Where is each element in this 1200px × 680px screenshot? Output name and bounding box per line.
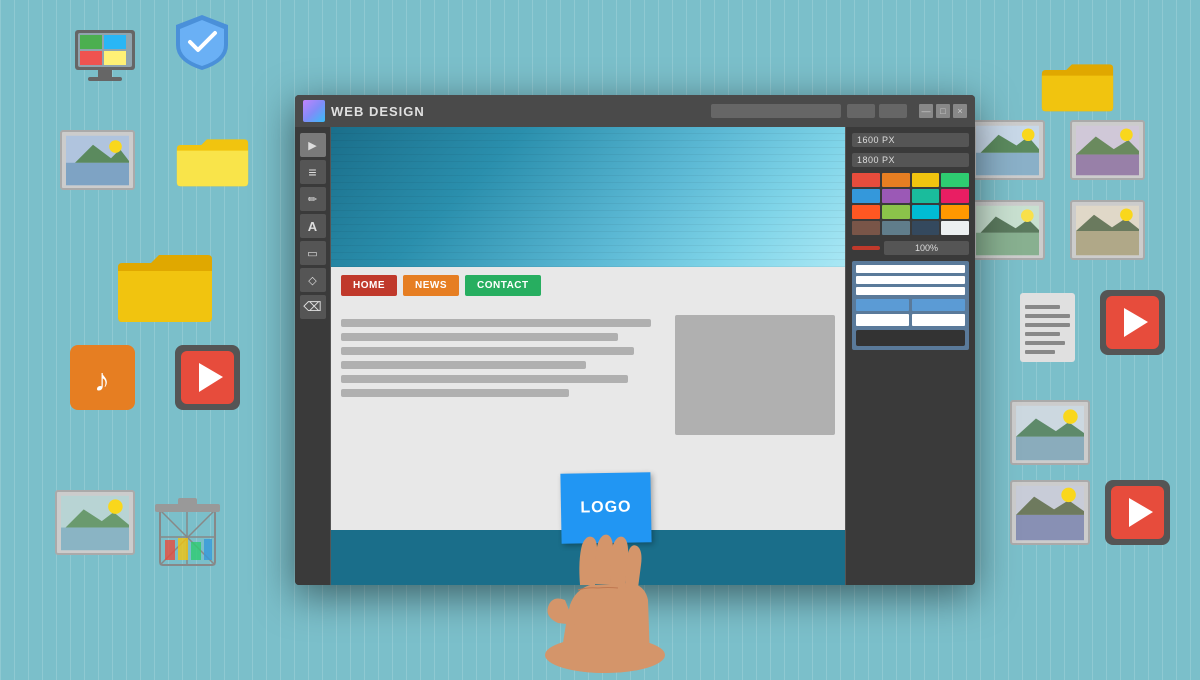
nav-home-button[interactable]: HOME <box>341 275 397 296</box>
play-icon-right <box>1100 290 1165 355</box>
dimension-row-2: 1800 PX <box>852 153 969 167</box>
zoom-value: 100% <box>884 241 969 255</box>
maximize-button[interactable]: □ <box>936 104 950 118</box>
tool-rect[interactable]: ▭ <box>300 241 326 265</box>
image-icon-top-right-1 <box>970 120 1045 180</box>
svg-text:♪: ♪ <box>94 362 110 398</box>
text-line-6 <box>341 389 569 397</box>
shield-svg <box>170 10 235 75</box>
tab-2 <box>879 104 907 118</box>
document-icon-right <box>1015 290 1080 365</box>
window-title: WEB DESIGN <box>331 104 705 119</box>
title-bar: WEB DESIGN — □ × <box>295 95 975 127</box>
tool-diamond[interactable]: ◇ <box>300 268 326 292</box>
panel-cell-white <box>856 314 909 326</box>
color-swatch-item[interactable] <box>941 221 969 235</box>
tool-text[interactable]: A <box>300 214 326 238</box>
color-swatch-item[interactable] <box>912 221 940 235</box>
canvas-image-placeholder <box>675 315 835 435</box>
minimize-button[interactable]: — <box>919 104 933 118</box>
panel-cell-white-2 <box>912 314 965 326</box>
color-swatch-item[interactable] <box>882 205 910 219</box>
color-swatch-item[interactable] <box>882 189 910 203</box>
monitor-icon <box>70 22 140 92</box>
play-icon-bottom-right <box>1105 480 1170 545</box>
text-line-4 <box>341 361 586 369</box>
dimension-1600: 1600 PX <box>852 133 969 147</box>
tab-1 <box>847 104 875 118</box>
color-swatch-item[interactable] <box>852 189 880 203</box>
tool-move[interactable]: ≡ <box>300 160 326 184</box>
panel-lines <box>856 265 965 295</box>
shield-icon <box>170 10 235 75</box>
image-icon-bottom-right-2 <box>1010 480 1090 545</box>
tool-erase[interactable]: ⌫ <box>300 295 326 319</box>
text-line-2 <box>341 333 618 341</box>
zoom-row: 100% <box>852 241 969 255</box>
play-icon-left <box>175 345 240 410</box>
image-icon-bottom-left <box>55 490 135 555</box>
image-icon-top-right-2 <box>1070 120 1145 180</box>
panel-colored-grid <box>856 299 965 326</box>
panel-cell-blue <box>856 299 909 311</box>
color-swatch-item[interactable] <box>882 173 910 187</box>
window-controls: — □ × <box>919 104 967 118</box>
text-line-1 <box>341 319 651 327</box>
text-line-5 <box>341 375 628 383</box>
folder-yellow-top-left <box>175 130 250 190</box>
canvas-header-image <box>331 127 845 267</box>
color-swatch-item[interactable] <box>852 205 880 219</box>
panel-line-3 <box>856 287 965 295</box>
color-swatch-item[interactable] <box>912 173 940 187</box>
nav-contact-button[interactable]: CONTACT <box>465 275 541 296</box>
folder-yellow-large-left <box>115 245 215 325</box>
color-swatch-item[interactable] <box>912 205 940 219</box>
color-swatch-item[interactable] <box>941 173 969 187</box>
title-bar-logo <box>303 100 325 122</box>
panel-line-1 <box>856 265 965 273</box>
right-panel: 1600 PX 1800 PX 100% <box>845 127 975 585</box>
color-swatch-item[interactable] <box>912 189 940 203</box>
tool-arrow[interactable]: ▶ <box>300 133 326 157</box>
music-icon-left: ♪ <box>70 345 135 410</box>
monitor-svg <box>70 22 140 92</box>
tool-pen[interactable]: ✏ <box>300 187 326 211</box>
panel-properties <box>852 261 969 350</box>
color-swatch-item[interactable] <box>941 205 969 219</box>
image-icon-top-right-4 <box>1070 200 1145 260</box>
zoom-color-swatch <box>852 246 880 250</box>
close-button[interactable]: × <box>953 104 967 118</box>
color-swatch-item[interactable] <box>941 189 969 203</box>
folder-yellow-top-right <box>1040 55 1115 115</box>
color-swatch-item[interactable] <box>852 221 880 235</box>
color-swatch-item[interactable] <box>882 221 910 235</box>
trash-icon <box>150 490 225 570</box>
panel-cell-blue-2 <box>912 299 965 311</box>
hand-holding-logo <box>510 495 710 675</box>
address-bar <box>711 104 841 118</box>
color-swatches <box>852 173 969 235</box>
image-icon-bottom-right-1 <box>1010 400 1090 465</box>
color-swatch-item[interactable] <box>852 173 880 187</box>
image-icon-top-left <box>60 130 135 190</box>
dimension-row-1: 1600 PX <box>852 133 969 147</box>
text-line-3 <box>341 347 634 355</box>
dimension-1800: 1800 PX <box>852 153 969 167</box>
nav-buttons: HOME NEWS CONTACT <box>341 275 541 296</box>
left-toolbar: ▶ ≡ ✏ A ▭ ◇ ⌫ <box>295 127 331 585</box>
panel-line-2 <box>856 276 965 284</box>
tab-group <box>847 104 907 118</box>
panel-bottom-bar <box>856 330 965 346</box>
image-icon-top-right-3 <box>970 200 1045 260</box>
nav-news-button[interactable]: NEWS <box>403 275 459 296</box>
